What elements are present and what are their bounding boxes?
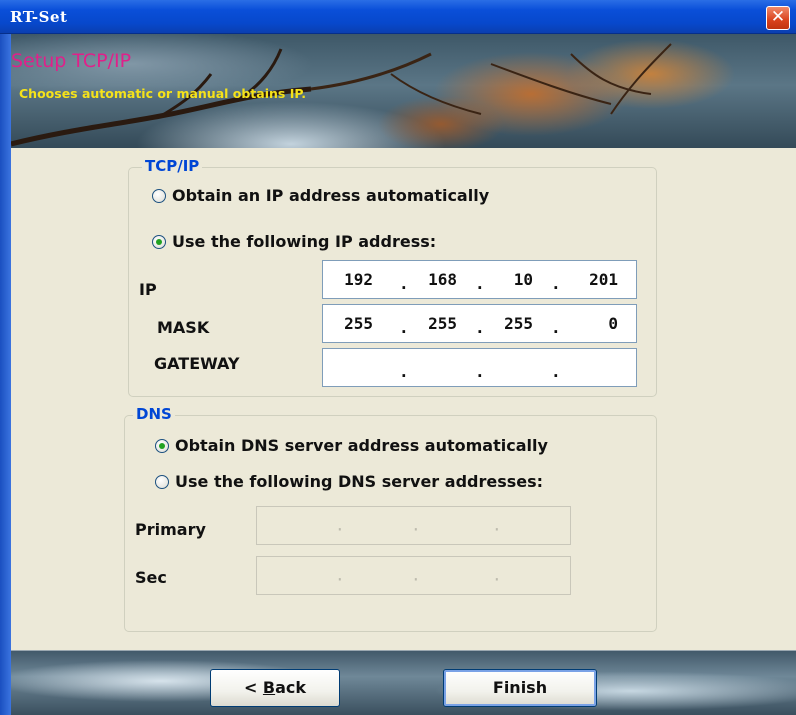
gateway-label: GATEWAY <box>154 354 240 373</box>
octet-separator: . <box>475 318 485 337</box>
dns-group-title: DNS <box>133 405 175 423</box>
primary-dns-label: Primary <box>135 520 206 539</box>
octet-separator: . <box>551 274 561 293</box>
octet-separator: . <box>551 362 561 381</box>
octet-separator: . <box>551 318 561 337</box>
back-button-prefix: < <box>243 678 263 697</box>
gateway-input[interactable]: . . . <box>322 348 637 387</box>
window-left-border <box>0 34 11 715</box>
radio-button-icon[interactable] <box>155 474 169 489</box>
tcpip-group-title: TCP/IP <box>142 157 203 175</box>
octet-separator: · <box>492 570 502 589</box>
ip-octet-4[interactable]: 201 <box>568 270 618 289</box>
secondary-dns-input[interactable]: · · · <box>256 556 571 595</box>
ip-octet-3[interactable]: 10 <box>483 270 533 289</box>
ip-octet-1[interactable]: 192 <box>323 270 373 289</box>
finish-button[interactable]: Finish <box>443 669 597 707</box>
mask-octet-1[interactable]: 255 <box>323 314 373 333</box>
ip-label: IP <box>139 280 157 299</box>
radio-use-following-ip-label: Use the following IP address: <box>172 232 437 251</box>
radio-obtain-dns-auto[interactable]: Obtain DNS server address automatically <box>155 436 548 455</box>
dialog-content: TCP/IP Obtain an IP address automaticall… <box>11 148 796 650</box>
dns-groupbox: DNS Obtain DNS server address automatica… <box>124 405 657 632</box>
radio-button-checked-icon[interactable] <box>155 438 169 453</box>
back-button[interactable]: < Back <box>210 669 340 707</box>
button-bar: < Back Finish <box>11 650 796 715</box>
title-bar[interactable]: RT-Set ✕ <box>0 0 796 34</box>
banner-heading: Setup TCP/IP <box>11 50 132 72</box>
radio-use-following-dns-label: Use the following DNS server addresses: <box>175 472 544 491</box>
radio-use-following-ip[interactable]: Use the following IP address: <box>152 232 436 251</box>
radio-button-icon[interactable] <box>152 188 166 203</box>
back-button-label: ack <box>275 678 307 697</box>
octet-separator: . <box>475 362 485 381</box>
header-banner: Setup TCP/IP Chooses automatic or manual… <box>11 34 796 148</box>
secondary-dns-label: Sec <box>135 568 167 587</box>
octet-separator: . <box>399 362 409 381</box>
radio-use-following-dns[interactable]: Use the following DNS server addresses: <box>155 472 543 491</box>
close-button[interactable]: ✕ <box>766 6 790 30</box>
octet-separator: · <box>411 570 421 589</box>
window-title: RT-Set <box>10 8 68 26</box>
primary-dns-input[interactable]: · · · <box>256 506 571 545</box>
radio-button-checked-icon[interactable] <box>152 234 166 249</box>
octet-separator: . <box>399 274 409 293</box>
banner-subheading: Chooses automatic or manual obtains IP. <box>19 86 306 101</box>
octet-separator: · <box>335 520 345 539</box>
radio-obtain-ip-auto[interactable]: Obtain an IP address automatically <box>152 186 489 205</box>
subnet-mask-input[interactable]: 255 . 255 . 255 . 0 <box>322 304 637 343</box>
close-icon: ✕ <box>770 7 786 27</box>
mask-octet-2[interactable]: 255 <box>407 314 457 333</box>
octet-separator: . <box>475 274 485 293</box>
back-button-mnemonic: B <box>262 678 276 697</box>
ip-address-input[interactable]: 192 . 168 . 10 . 201 <box>322 260 637 299</box>
octet-separator: · <box>411 520 421 539</box>
radio-obtain-ip-auto-label: Obtain an IP address automatically <box>172 186 490 205</box>
octet-separator: . <box>399 318 409 337</box>
ip-octet-2[interactable]: 168 <box>407 270 457 289</box>
tcpip-groupbox: TCP/IP Obtain an IP address automaticall… <box>128 157 657 397</box>
mask-octet-4[interactable]: 0 <box>568 314 618 333</box>
radio-obtain-dns-auto-label: Obtain DNS server address automatically <box>175 436 548 455</box>
mask-octet-3[interactable]: 255 <box>483 314 533 333</box>
octet-separator: · <box>335 570 345 589</box>
octet-separator: · <box>492 520 502 539</box>
mask-label: MASK <box>157 318 210 337</box>
